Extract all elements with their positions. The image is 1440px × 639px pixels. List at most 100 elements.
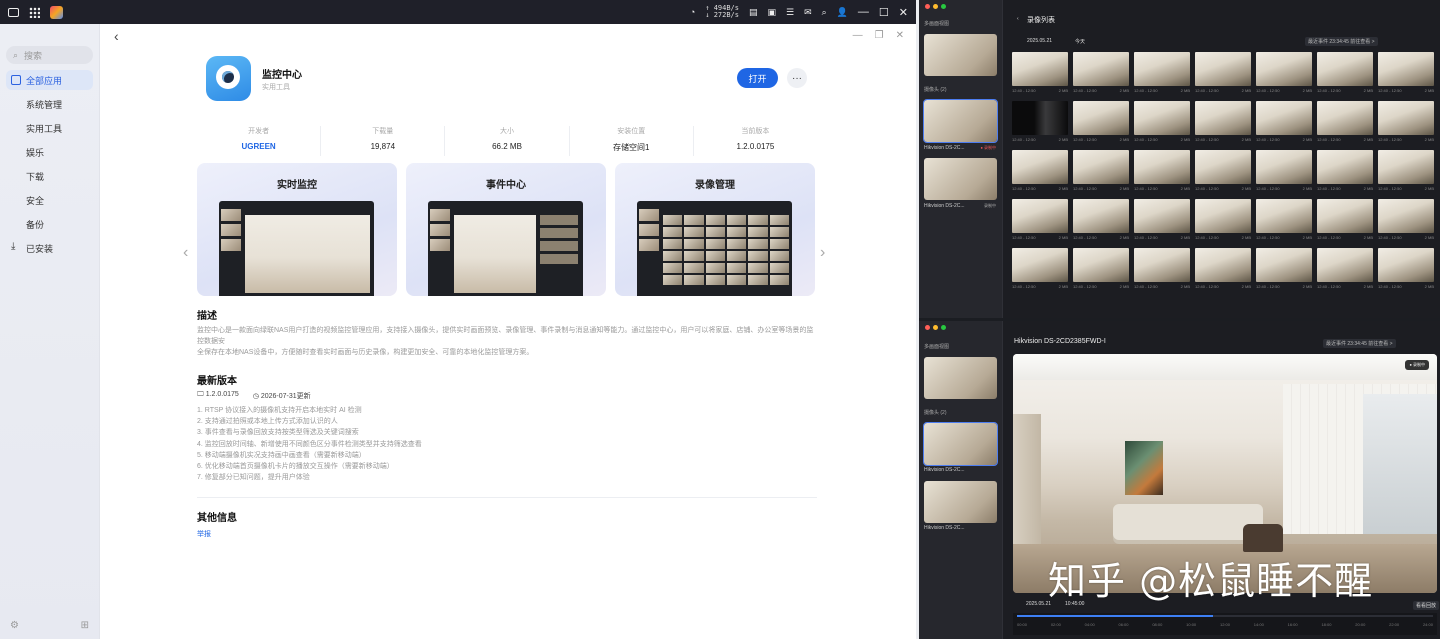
prev-screenshot-icon[interactable]: ‹ <box>183 244 188 262</box>
recording-cell[interactable]: 12:40 - 12:50 2 MB <box>1195 199 1251 245</box>
recording-cell[interactable]: 12:40 - 12:50 2 MB <box>1256 199 1312 245</box>
timeline[interactable]: 00:00 02:00 04:00 06:00 08:00 10:00 12:00 14:00… <box>1013 613 1437 635</box>
tasks-icon[interactable]: ☰ <box>786 7 794 18</box>
cell-time: 12:40 - 12:50 <box>1195 137 1219 142</box>
camera-thumb[interactable] <box>924 158 997 200</box>
recording-cell[interactable]: 12:40 - 12:50 2 MB <box>1012 248 1068 294</box>
date[interactable]: 2025.05.21 <box>1027 38 1052 44</box>
sidebar-item-installed[interactable]: ⤓ 已安装 <box>6 238 93 258</box>
recording-cell[interactable]: 12:40 - 12:50 2 MB <box>1195 101 1251 147</box>
recording-cell[interactable]: 12:40 - 12:50 2 MB <box>1378 248 1434 294</box>
recording-cell[interactable]: 12:40 - 12:50 2 MB <box>1073 199 1129 245</box>
recording-thumb <box>1134 150 1190 184</box>
recording-cell[interactable]: 12:40 - 12:50 2 MB <box>1073 248 1129 294</box>
release-notes: 1. RTSP 协议接入的摄像机支持开启本地实时 AI 检测 2. 支持通过拍照… <box>197 405 422 483</box>
recording-cell[interactable]: 12:40 - 12:50 2 MB <box>1012 101 1068 147</box>
recording-cell[interactable]: 12:40 - 12:50 2 MB <box>1195 52 1251 98</box>
sidebar-item-all-apps[interactable]: 全部应用 <box>6 70 93 90</box>
restore-icon[interactable]: ❐ <box>875 30 884 41</box>
release-note: 5. 移动端摄像机实况支持画中画查看（需要新移动端） <box>197 451 366 459</box>
minimize-icon[interactable]: — <box>853 30 863 41</box>
recording-cell[interactable]: 12:40 - 12:50 2 MB <box>1195 150 1251 196</box>
back-icon[interactable]: ‹ <box>114 28 119 44</box>
back-icon[interactable]: ‹ <box>1017 16 1019 22</box>
recording-cell[interactable]: 12:40 - 12:50 2 MB <box>1073 150 1129 196</box>
recording-thumb <box>1195 101 1251 135</box>
recording-cell[interactable]: 12:40 - 12:50 2 MB <box>1256 101 1312 147</box>
recording-cell[interactable]: 12:40 - 12:50 2 MB <box>1134 248 1190 294</box>
recording-cell[interactable]: 12:40 - 12:50 2 MB <box>1317 150 1373 196</box>
screenshot-events[interactable]: 事件中心 <box>406 163 606 296</box>
cell-size: 2 MB <box>1058 235 1068 240</box>
recording-cell[interactable]: 12:40 - 12:50 2 MB <box>1256 150 1312 196</box>
desktop-icon[interactable] <box>8 7 19 17</box>
recording-cell[interactable]: 12:40 - 12:50 2 MB <box>1073 52 1129 98</box>
today-button[interactable]: 今天 <box>1075 38 1085 45</box>
multi-view-thumb[interactable] <box>924 34 997 76</box>
recording-cell[interactable]: 12:40 - 12:50 2 MB <box>1378 101 1434 147</box>
cell-size: 2 MB <box>1180 88 1190 93</box>
recording-cell[interactable]: 12:40 - 12:50 2 MB <box>1256 248 1312 294</box>
manual-install-icon[interactable]: ⊞ <box>81 620 89 631</box>
maximize-icon[interactable]: ☐ <box>879 6 889 19</box>
recording-cell[interactable]: 12:40 - 12:50 2 MB <box>1195 248 1251 294</box>
sidebar-item-download[interactable]: 下载 <box>6 166 93 186</box>
screenshot-recordings[interactable]: 录像管理 <box>615 163 815 296</box>
playback-button[interactable]: 看看回放 <box>1413 601 1440 610</box>
recording-cell[interactable]: 12:40 - 12:50 2 MB <box>1317 199 1373 245</box>
files-icon[interactable]: ▤ <box>749 7 758 18</box>
settings-icon[interactable]: ⚙ <box>10 620 19 631</box>
recording-cell[interactable]: 12:40 - 12:50 2 MB <box>1134 101 1190 147</box>
recording-cell[interactable]: 12:40 - 12:50 2 MB <box>1134 150 1190 196</box>
recording-cell[interactable]: 12:40 - 12:50 2 MB <box>1317 248 1373 294</box>
monitor-icon[interactable]: ▣ <box>768 7 777 18</box>
search-input[interactable]: ⌕ 搜索 <box>6 46 93 64</box>
multi-view-thumb[interactable] <box>924 357 997 399</box>
screenshot-live[interactable]: 实时监控 <box>197 163 397 296</box>
camera-thumb[interactable] <box>923 422 998 466</box>
sidebar-item-entertainment[interactable]: 娱乐 <box>6 142 93 162</box>
open-button[interactable]: 打开 <box>737 68 778 88</box>
camera-title: Hikvision DS-2CD2385FWD-I <box>1014 338 1106 345</box>
recording-cell[interactable]: 12:40 - 12:50 2 MB <box>1378 199 1434 245</box>
camera-thumb[interactable] <box>924 481 997 523</box>
recording-cell[interactable]: 12:40 - 12:50 2 MB <box>1378 150 1434 196</box>
recording-cell[interactable]: 12:40 - 12:50 2 MB <box>1317 52 1373 98</box>
recording-thumb <box>1256 101 1312 135</box>
sidebar-item-backup[interactable]: 备份 <box>6 214 93 234</box>
camera-thumb[interactable] <box>923 99 998 143</box>
minimize-icon[interactable]: — <box>858 6 869 18</box>
recording-cell[interactable]: 12:40 - 12:50 2 MB <box>1256 52 1312 98</box>
message-icon[interactable]: ✉ <box>804 7 812 18</box>
recent-event-chip[interactable]: 最近事件 23:34:45 前往查看 > <box>1305 37 1378 46</box>
recording-cell[interactable]: 12:40 - 12:50 2 MB <box>1378 52 1434 98</box>
app-center-icon[interactable] <box>50 5 63 19</box>
close-icon[interactable]: ✕ <box>899 6 908 19</box>
taskbar: ◔ ↑ 494B/s ↓ 272B/s ▤ ▣ ☰ ✉ ⌕ 👤 — ☐ ✕ <box>0 0 916 24</box>
more-button[interactable]: ··· <box>787 68 807 88</box>
close-icon[interactable]: ✕ <box>896 30 904 41</box>
grid-thumb <box>705 239 725 249</box>
next-screenshot-icon[interactable]: › <box>820 244 825 262</box>
recording-cell[interactable]: 12:40 - 12:50 2 MB <box>1012 150 1068 196</box>
sidebar-item-utilities[interactable]: 实用工具 <box>6 118 93 138</box>
app-grid-icon[interactable] <box>29 6 40 18</box>
recent-event-chip[interactable]: 最近事件 23:34:45 前往查看 > <box>1323 339 1396 348</box>
sidebar-item-security[interactable]: 安全 <box>6 190 93 210</box>
user-icon[interactable]: 👤 <box>837 7 848 18</box>
search-icon[interactable]: ⌕ <box>822 7 827 18</box>
report-link[interactable]: 举报 <box>197 529 211 539</box>
recording-thumb <box>1073 248 1129 282</box>
cell-size: 2 MB <box>1424 235 1434 240</box>
recording-cell[interactable]: 12:40 - 12:50 2 MB <box>1012 199 1068 245</box>
recording-cell[interactable]: 12:40 - 12:50 2 MB <box>1134 199 1190 245</box>
developer-link[interactable]: UGREEN <box>197 142 320 151</box>
recording-cell[interactable]: 12:40 - 12:50 2 MB <box>1012 52 1068 98</box>
sidebar-item-system[interactable]: 系统管理 <box>6 94 93 114</box>
recording-cell[interactable]: 12:40 - 12:50 2 MB <box>1317 101 1373 147</box>
recording-cell[interactable]: 12:40 - 12:50 2 MB <box>1073 101 1129 147</box>
recording-cell[interactable]: 12:40 - 12:50 2 MB <box>1134 52 1190 98</box>
grid-thumb <box>727 239 747 249</box>
stat-size: 大小 66.2 MB <box>445 126 570 156</box>
network-icon[interactable]: ◔ <box>690 7 695 17</box>
